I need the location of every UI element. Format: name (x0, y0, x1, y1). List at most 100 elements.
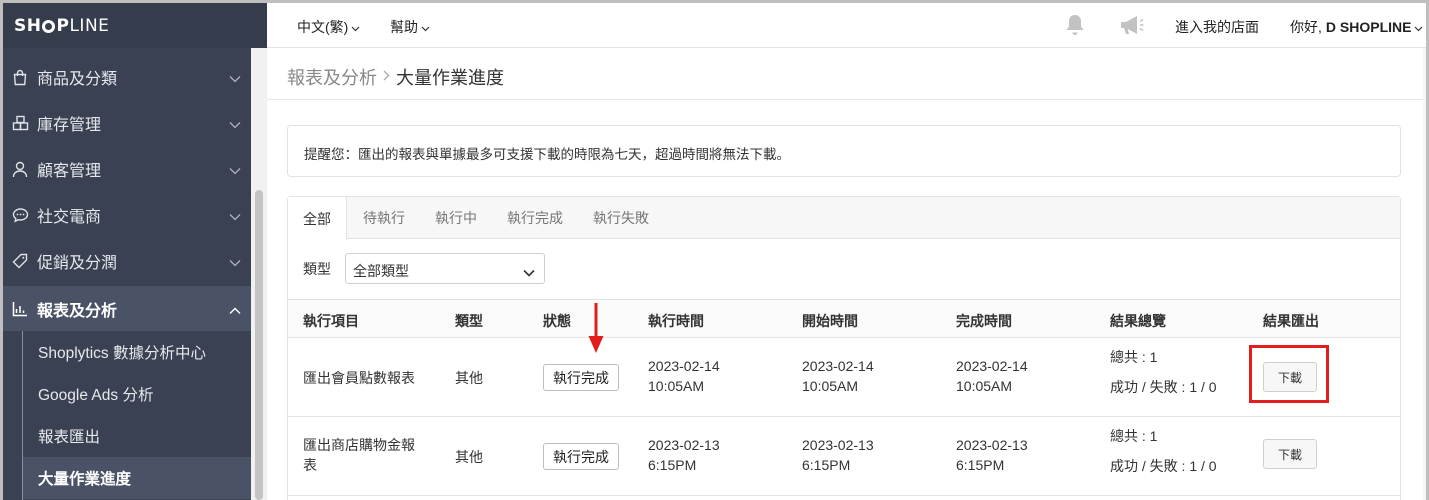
tab-label: 執行失敗 (593, 210, 649, 226)
job-type: 其他 (455, 449, 483, 465)
sidebar-subitem-bulk-progress[interactable]: 大量作業進度 (23, 457, 251, 499)
download-notice: 提醒您：匯出的報表與單據最多可支援下載的時限為七天，超過時間將無法下載。 (287, 125, 1401, 177)
end-time: 2023-02-13 6:15PM (956, 435, 1028, 475)
time-text: 10:05AM (802, 378, 859, 394)
sidebar-item-inventory[interactable]: 庫存管理 (3, 102, 251, 144)
chevron-down-icon (229, 116, 241, 134)
job-type: 其他 (455, 370, 483, 386)
tab-label: 待執行 (363, 210, 405, 226)
subitem-label: Google Ads 分析 (38, 387, 154, 404)
notice-text: 提醒您：匯出的報表與單據最多可支援下載的時限為七天，超過時間將無法下載。 (304, 147, 790, 162)
download-label: 下載 (1277, 447, 1302, 462)
chevron-down-icon (421, 19, 430, 35)
tab-failed[interactable]: 執行失敗 (593, 197, 649, 239)
chevron-up-icon (229, 302, 241, 320)
app-window: SH P LINE 商品及分類 庫存管理 顧客管理 社交電商 促銷及分潤 報表及… (0, 0, 1429, 500)
tab-running[interactable]: 執行中 (435, 197, 477, 239)
result-success-fail: 成功 / 失敗 : 1 / 0 (1110, 379, 1217, 395)
column-header: 執行項目 (303, 313, 359, 329)
column-header: 結果總覽 (1110, 313, 1166, 329)
type-filter-select[interactable]: 全部類型 (345, 253, 545, 284)
download-button[interactable]: 下載 (1263, 439, 1317, 469)
tab-label: 執行完成 (507, 210, 563, 226)
job-item-name: 匯出商店購物金報表 (303, 435, 415, 475)
sidebar-item-reports[interactable]: 報表及分析 (3, 286, 251, 331)
chevron-right-icon (383, 68, 390, 86)
status-tabs: 全部 待執行 執行中 執行完成 執行失敗 (288, 197, 1400, 240)
user-menu[interactable]: 你好, D SHOPLINE (1290, 17, 1423, 37)
chart-icon (11, 300, 29, 318)
sidebar-item-label: 社交電商 (37, 209, 102, 226)
sidebar-item-label: 促銷及分潤 (37, 255, 118, 272)
sidebar-item-products[interactable]: 商品及分類 (3, 56, 251, 98)
type-filter-label: 類型 (303, 261, 331, 277)
bell-icon[interactable] (1064, 13, 1086, 37)
date-text: 2023-02-14 (802, 358, 874, 374)
job-item-name: 匯出會員點數報表 (303, 368, 415, 388)
subitem-label: Shoplytics 數據分析中心 (38, 345, 206, 362)
sidebar-item-label: 報表及分析 (37, 302, 118, 320)
time-text: 6:15PM (648, 457, 697, 473)
date-text: 2023-02-13 (648, 437, 720, 453)
chevron-down-icon (229, 208, 241, 226)
jobs-panel: 全部 待執行 執行中 執行完成 執行失敗 類型 全部類型 執行項目 類型 狀態 … (287, 196, 1401, 500)
chevron-down-icon (229, 254, 241, 272)
column-header: 執行時間 (648, 313, 704, 329)
table-header: 執行項目 類型 狀態 執行時間 開始時間 完成時間 結果總覽 結果匯出 (288, 299, 1400, 338)
column-header: 類型 (455, 313, 483, 329)
page-title: 大量作業進度 (396, 68, 504, 88)
date-text: 2023-02-13 (802, 437, 874, 453)
date-text: 2023-02-14 (956, 358, 1028, 374)
type-filter-value: 全部類型 (353, 263, 409, 279)
column-header: 完成時間 (956, 313, 1012, 329)
subitem-label: 報表匯出 (38, 429, 101, 446)
sidebar-item-promotions[interactable]: 促銷及分潤 (3, 240, 251, 282)
visit-store-link[interactable]: 進入我的店面 (1175, 17, 1259, 37)
main-content: 報表及分析 大量作業進度 提醒您：匯出的報表與單據最多可支援下載的時限為七天，超… (267, 48, 1426, 500)
chevron-down-icon (229, 162, 241, 180)
greeting-text: 你好, (1290, 19, 1322, 35)
sidebar-item-customers[interactable]: 顧客管理 (3, 148, 251, 190)
sidebar-scrollbar[interactable] (251, 48, 267, 500)
column-header: 開始時間 (802, 313, 858, 329)
table-row: 匯出會員點數報表 其他 執行完成 2023-02-14 10:05AM 2023-… (288, 338, 1400, 417)
tab-all[interactable]: 全部 (288, 197, 347, 240)
sidebar-item-label: 商品及分類 (37, 71, 118, 88)
tab-label: 全部 (303, 210, 331, 227)
column-header: 結果匯出 (1263, 313, 1319, 329)
start-time: 2023-02-13 6:15PM (802, 435, 874, 475)
help-dropdown[interactable]: 幫助 (390, 17, 430, 37)
job-item-text: 匯出商店購物金報 (303, 437, 415, 453)
sidebar-subitem-report-export[interactable]: 報表匯出 (23, 415, 251, 457)
tab-completed[interactable]: 執行完成 (507, 197, 563, 239)
help-label: 幫助 (390, 19, 418, 35)
result-success-fail: 成功 / 失敗 : 1 / 0 (1110, 458, 1217, 474)
time-text: 6:15PM (956, 457, 1005, 473)
highlight-box (1249, 345, 1329, 403)
sidebar-subitem-google-ads[interactable]: Google Ads 分析 (23, 373, 251, 415)
sidebar-item-social-commerce[interactable]: 社交電商 (3, 194, 251, 236)
status-badge: 執行完成 (543, 443, 619, 470)
start-time: 2023-02-14 10:05AM (802, 356, 874, 396)
date-text: 2023-02-13 (956, 437, 1028, 453)
language-label: 中文(繁) (297, 19, 349, 35)
visit-store-label: 進入我的店面 (1175, 19, 1259, 35)
tab-pending[interactable]: 待執行 (363, 197, 405, 239)
job-item-text: 匯出會員點數報表 (303, 370, 415, 386)
user-icon (11, 160, 29, 178)
scrollbar-thumb[interactable] (255, 190, 263, 500)
breadcrumb: 報表及分析 大量作業進度 (267, 48, 1423, 100)
bag-icon (11, 68, 29, 86)
column-header: 狀態 (543, 313, 571, 329)
logo-text-mid: P (56, 15, 70, 36)
breadcrumb-parent-link[interactable]: 報表及分析 (287, 64, 377, 90)
sidebar: SH P LINE 商品及分類 庫存管理 顧客管理 社交電商 促銷及分潤 報表及… (3, 3, 267, 500)
exec-time: 2023-02-14 10:05AM (648, 356, 720, 396)
logo-text-right: LINE (69, 15, 110, 36)
language-dropdown[interactable]: 中文(繁) (297, 17, 360, 37)
shopline-logo[interactable]: SH P LINE (3, 3, 267, 48)
megaphone-icon[interactable] (1119, 14, 1145, 36)
time-text: 10:05AM (648, 378, 705, 394)
sidebar-subitem-shoplytics[interactable]: Shoplytics 數據分析中心 (23, 331, 251, 373)
end-time: 2023-02-14 10:05AM (956, 356, 1028, 396)
